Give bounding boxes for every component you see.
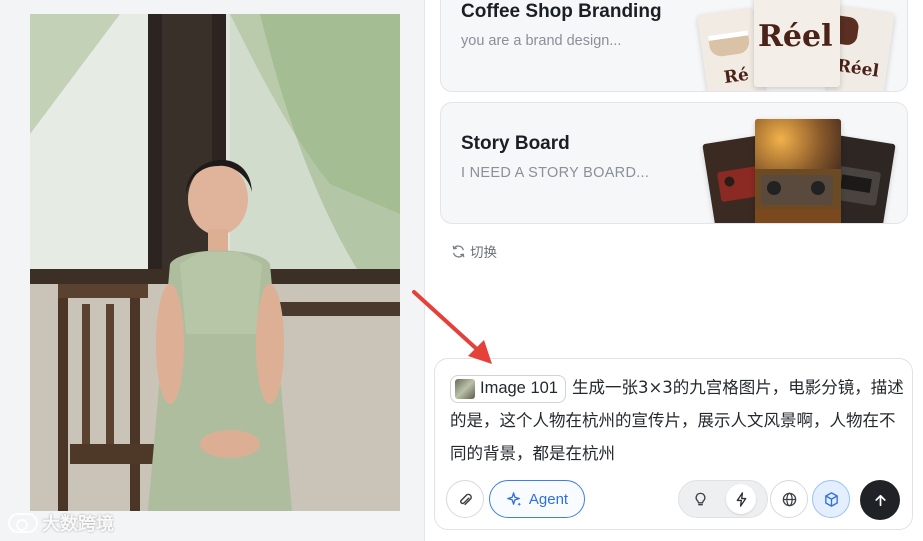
card-subtitle: you are a brand design... [461, 33, 622, 49]
switch-label: 切换 [470, 245, 497, 261]
image-thumbnail [455, 378, 475, 399]
lightbulb-icon [695, 492, 705, 505]
card-title: Coffee Shop Branding [461, 1, 662, 22]
prompt-input[interactable]: Image 101 生成一张3×3的九宫格图片，电影分镜，描述的是，这个人物在杭… [450, 371, 905, 470]
mode-toggle [678, 480, 768, 518]
prompt-composer[interactable]: Image 101 生成一张3×3的九宫格图片，电影分镜，描述的是，这个人物在杭… [434, 358, 913, 530]
paperclip-icon [459, 493, 472, 505]
attach-button[interactable] [446, 480, 484, 518]
3d-model-button[interactable] [812, 480, 850, 518]
thumb-text: Ré [722, 64, 751, 89]
assistant-panel: Coffee Shop Branding you are a brand des… [424, 0, 923, 541]
card-subtitle: I NEED A STORY BOARD... [461, 165, 650, 181]
lightning-icon [736, 491, 746, 507]
agent-button[interactable]: Agent [489, 480, 585, 518]
watermark: 大数跨境 [8, 510, 114, 536]
idea-mode-button[interactable] [685, 484, 715, 514]
agent-label: Agent [528, 490, 569, 508]
web-search-button[interactable] [770, 480, 808, 518]
arrow-up-icon [874, 494, 886, 506]
thumb-text: Réel [758, 19, 833, 54]
image-chip-label: Image 101 [480, 379, 558, 398]
canvas-area: 大数跨境 [0, 0, 424, 541]
globe-icon [782, 492, 796, 506]
template-card-storyboard[interactable]: Story Board I NEED A STORY BOARD... [440, 102, 908, 224]
image-reference-chip[interactable]: Image 101 [450, 374, 566, 403]
photo-illustration [30, 14, 400, 511]
card-title: Story Board [461, 133, 570, 154]
send-button[interactable] [860, 480, 900, 520]
watermark-text: 大数跨境 [42, 514, 114, 535]
refresh-icon [452, 244, 465, 258]
cube-icon [824, 491, 838, 507]
template-card-coffee[interactable]: Coffee Shop Branding you are a brand des… [440, 0, 908, 92]
card-thumbnail: Réel [754, 0, 840, 87]
card-thumbnail [755, 119, 841, 223]
fast-mode-button[interactable] [726, 484, 756, 514]
sparkle-icon [507, 491, 522, 506]
thumb-text: Réel [835, 55, 881, 82]
reference-photo[interactable] [30, 14, 400, 511]
watermark-logo-icon [8, 513, 38, 533]
switch-button[interactable]: 切换 [451, 241, 497, 261]
